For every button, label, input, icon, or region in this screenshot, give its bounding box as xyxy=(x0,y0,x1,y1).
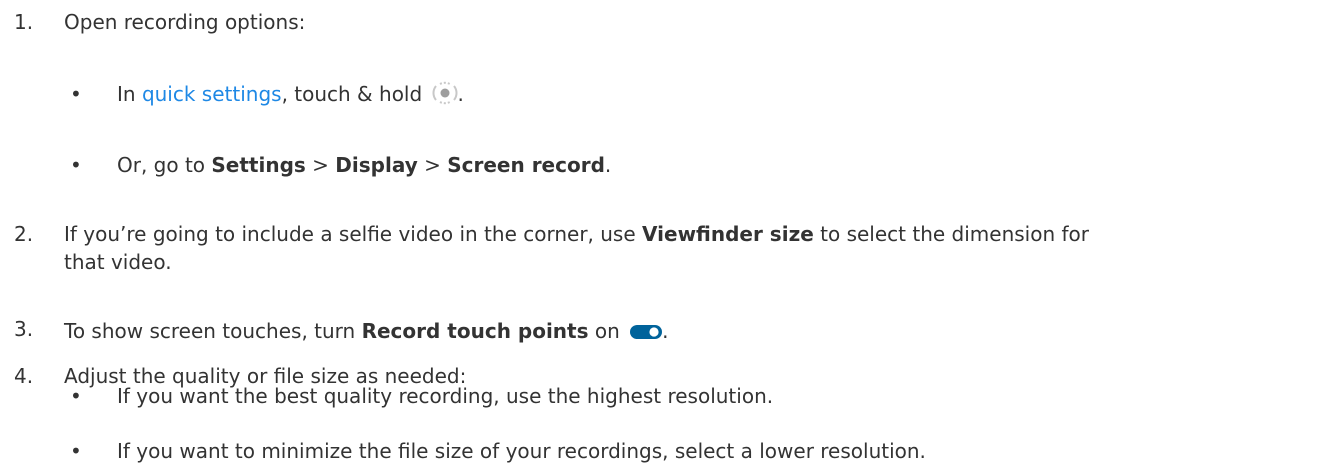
step-1-bullet-quick-settings: In quick settings, touch & hold . xyxy=(117,80,464,108)
step-1-text: Open recording options: xyxy=(64,10,306,34)
screen-record-icon xyxy=(432,80,458,106)
quick-settings-link[interactable]: quick settings xyxy=(142,82,282,106)
step-2-text: If you’re going to include a selfie vide… xyxy=(64,220,1089,248)
bullet-1a-suffix: . xyxy=(457,82,464,106)
step-number-1: 1. xyxy=(14,10,34,34)
step-number-3: 3. xyxy=(14,317,34,341)
bullet-1a: • xyxy=(70,82,82,106)
bullet-4b: • xyxy=(70,439,82,463)
viewfinder-size-label: Viewfinder size xyxy=(642,222,814,246)
bullet-4a: • xyxy=(70,384,82,408)
step-3-text: To show screen touches, turn Record touc… xyxy=(64,317,669,345)
bullet-1a-prefix: In xyxy=(117,82,142,106)
step-2-suffix: to select the dimension for xyxy=(813,222,1089,246)
path-screen-record: Screen record xyxy=(447,153,605,177)
step-2-prefix: If you’re going to include a selfie vide… xyxy=(64,222,643,246)
step-2-text-line2: that video. xyxy=(64,250,172,274)
step-4-bullet-best-quality: If you want the best quality recording, … xyxy=(117,384,774,408)
path-settings: Settings xyxy=(211,153,306,177)
toggle-on-icon xyxy=(630,318,663,339)
step-1-bullet-settings-path: Or, go to Settings > Display > Screen re… xyxy=(117,151,611,179)
step-number-2: 2. xyxy=(14,222,34,246)
bullet-1b: • xyxy=(70,153,82,177)
step-4-bullet-min-size: If you want to minimize the file size of… xyxy=(117,439,926,463)
bullet-1b-prefix: Or, go to xyxy=(117,153,212,177)
step-number-4: 4. xyxy=(14,364,34,388)
path-separator-2: > xyxy=(417,153,448,177)
step-3-prefix: To show screen touches, turn xyxy=(64,319,362,343)
path-separator-1: > xyxy=(305,153,336,177)
path-display: Display xyxy=(335,153,418,177)
record-touch-points-label: Record touch points xyxy=(361,319,589,343)
step-3-suffix: . xyxy=(662,319,669,343)
bullet-1b-suffix: . xyxy=(604,153,612,177)
bullet-1a-after-link: , touch & hold xyxy=(281,82,429,106)
step-3-after-bold: on xyxy=(588,319,627,343)
